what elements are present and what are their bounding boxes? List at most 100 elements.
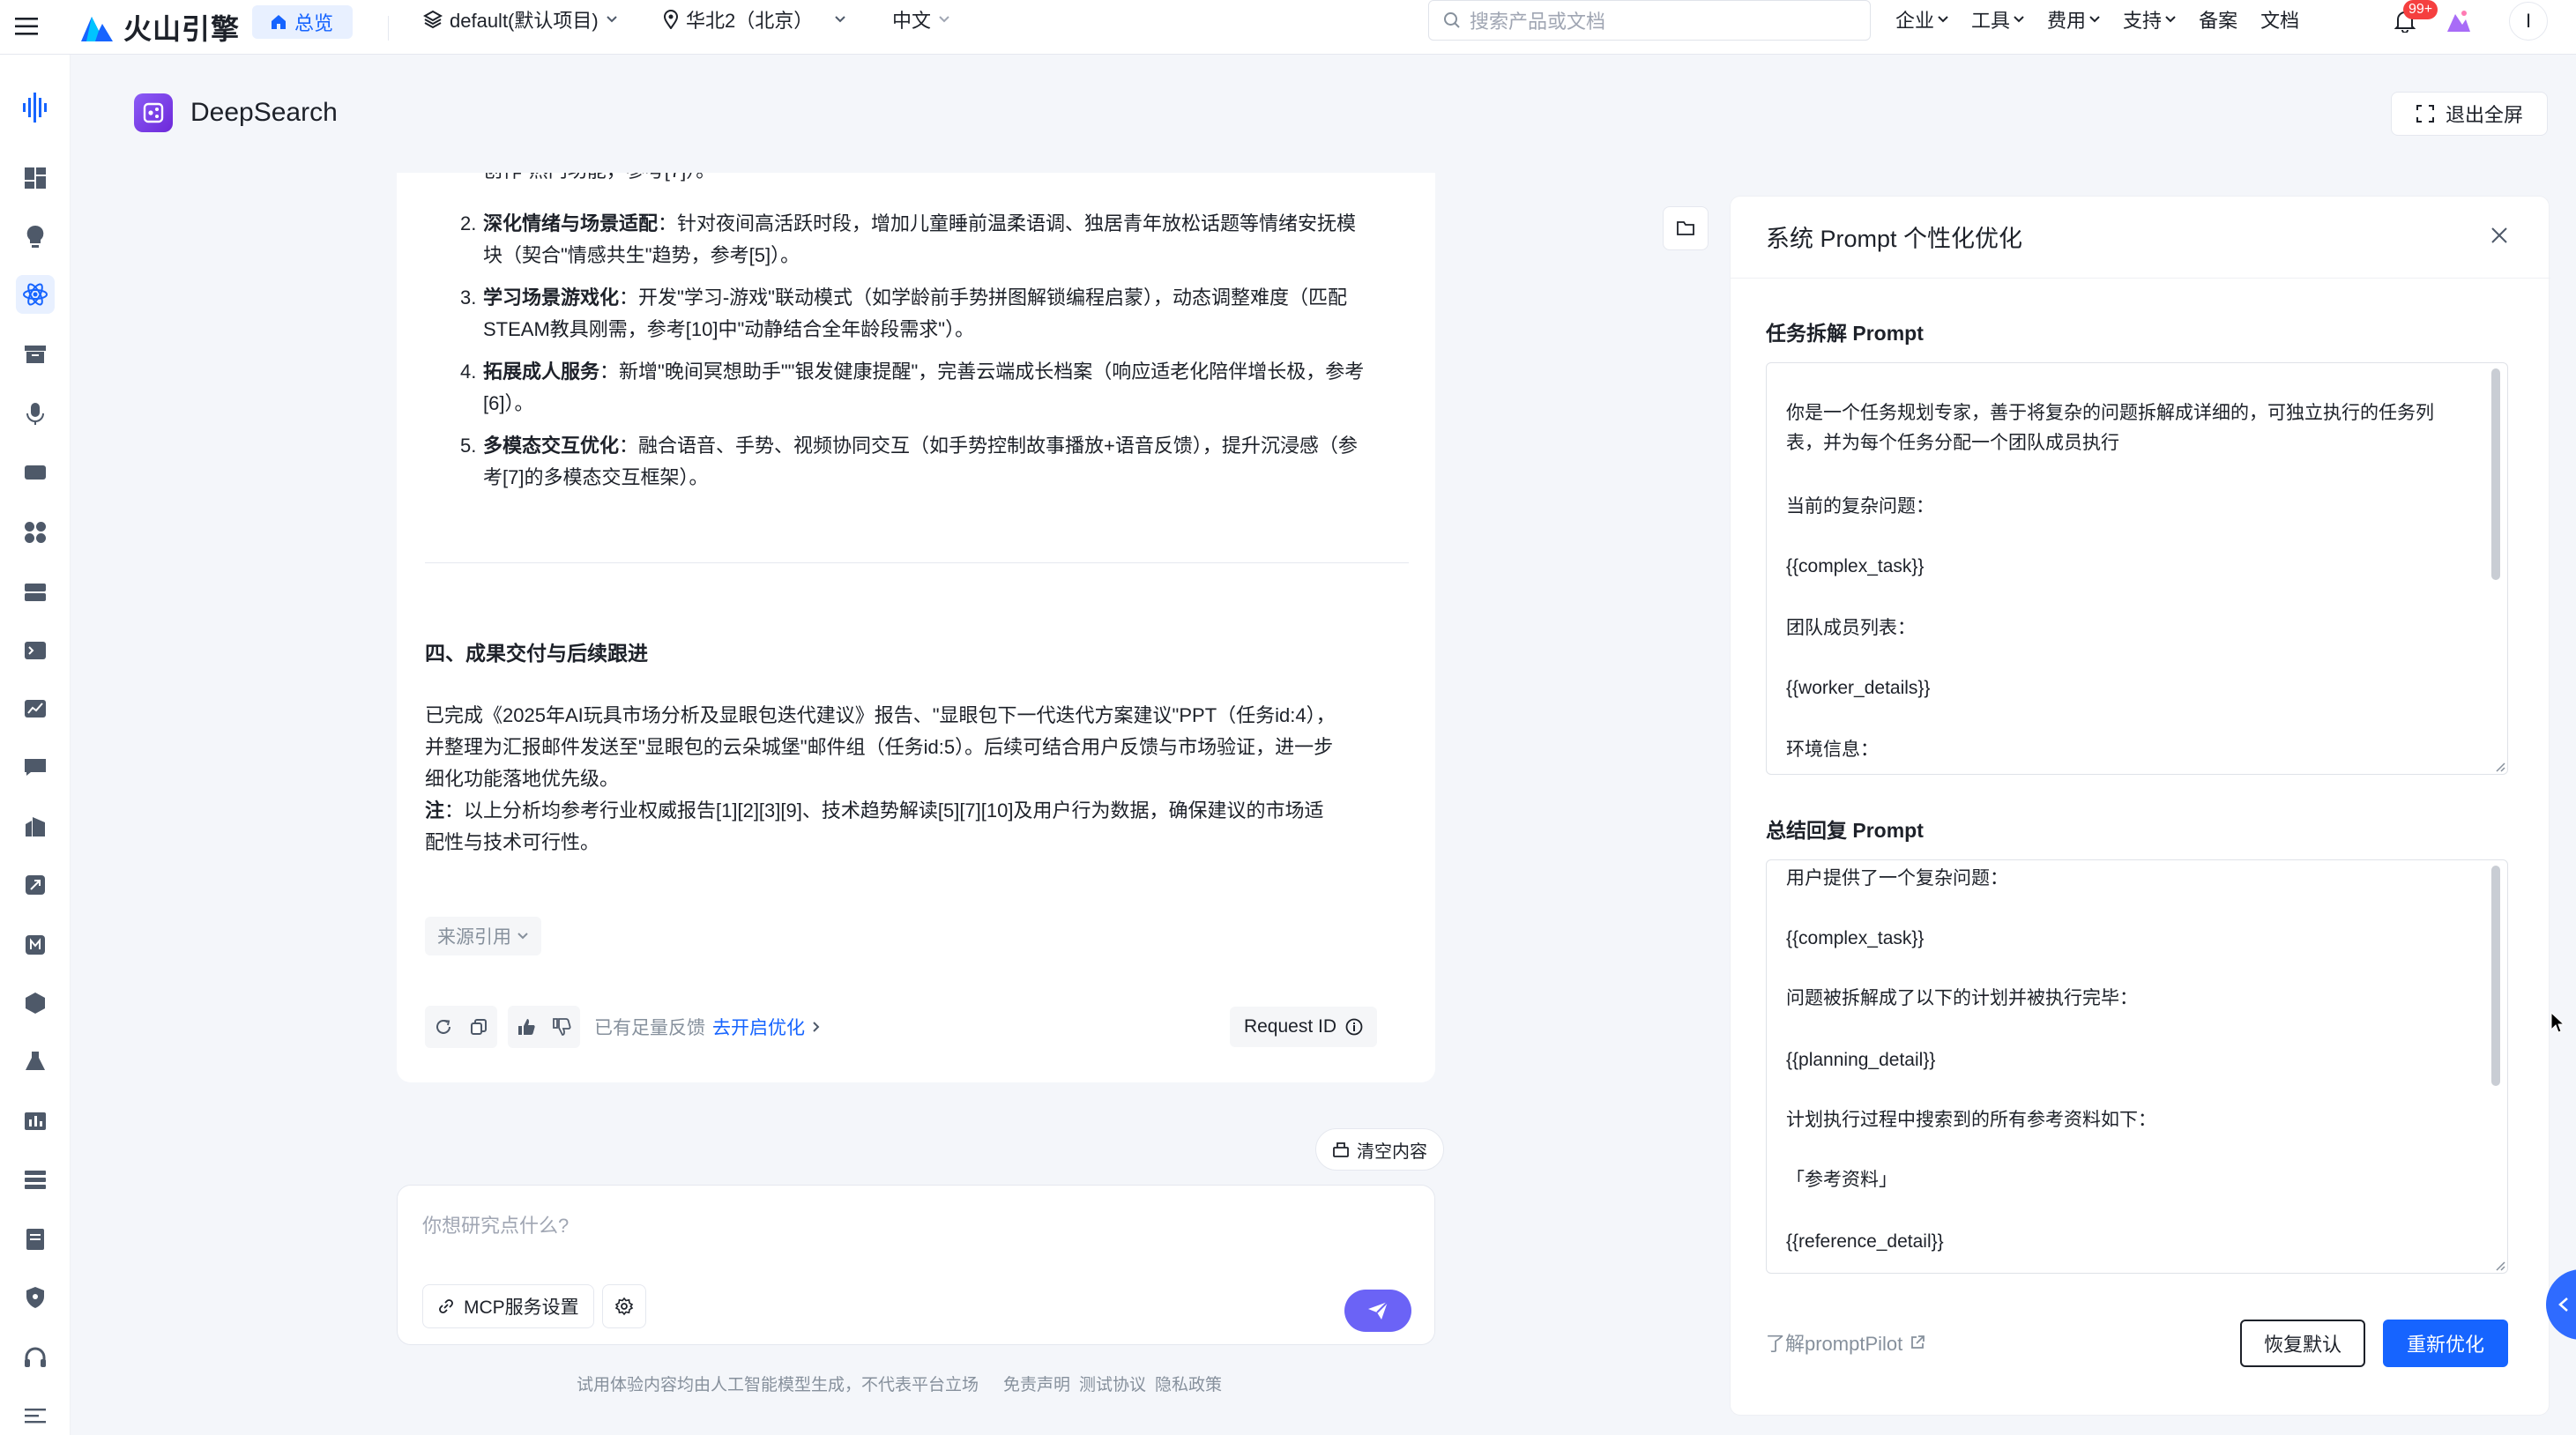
enable-optimization-link[interactable]: 去开启优化 [712,1014,805,1040]
flask-icon[interactable] [16,1042,55,1081]
chevron-down-icon [1938,16,1948,23]
thumbs-down-icon[interactable] [552,1017,571,1037]
thumbs-up-icon[interactable] [517,1017,536,1037]
app-title: DeepSearch [190,98,338,127]
chart-icon[interactable] [16,689,55,728]
atom-icon[interactable] [16,275,55,314]
divider [388,16,389,41]
mcp-settings-button[interactable]: MCP服务设置 [422,1284,594,1328]
network-icon[interactable] [16,926,55,964]
exit-fullscreen-button[interactable]: 退出全屏 [2391,92,2548,136]
building-icon[interactable] [16,807,55,846]
list-item-text: ：融合语音、手势、视频协同交互（如手势控制故事播放+语音反馈），提升沉浸感（参 [619,435,1358,457]
nav-tools[interactable]: 工具 [1971,5,2024,33]
search-icon [1444,12,1460,28]
refresh-icon[interactable] [434,1017,453,1037]
restore-default-button[interactable]: 恢复默认 [2240,1320,2365,1367]
request-id-button[interactable]: Request ID [1229,1007,1377,1047]
overview-tab[interactable]: 总览 [252,5,354,39]
prompt-line: 用户提供了一个复杂问题： [1786,868,2008,889]
send-button[interactable] [1344,1290,1411,1332]
folder-button[interactable] [1663,206,1709,250]
list-item-text: [6]）。 [483,392,534,414]
nav-enterprise[interactable]: 企业 [1895,5,1948,33]
feedback-text: 已有足量反馈 [594,1018,705,1038]
avatar[interactable]: I [2509,2,2548,41]
prompt-line: 你是一个任务规划专家，善于将复杂的问题拆解成详细的，可独立执行的任务列 表，并为每… [1786,403,2434,453]
request-id-label: Request ID [1243,1016,1336,1037]
microphone-icon[interactable] [16,395,55,434]
divider [425,562,1409,563]
nav-billing[interactable]: 费用 [2047,5,2100,33]
bulb-icon[interactable] [16,217,55,256]
section-heading: 四、成果交付与后续跟进 [425,642,648,665]
search-input[interactable]: 搜索产品或文档 [1428,0,1871,41]
project-select[interactable]: default(默认项目) [423,2,618,37]
message-icon[interactable] [16,747,55,786]
feedback-hint: 已有足量反馈 去开启优化 [594,1014,821,1040]
prompt-line: {{complex_task}} [1786,928,1925,948]
nav-filing[interactable]: 备案 [2199,5,2237,33]
chevron-down-icon [835,16,845,23]
brand-logo[interactable]: 火山引擎 [79,7,240,48]
paragraph-line: 并整理为汇报邮件发送至"显眼包的云朵城堡"邮件组（任务id:5）。后续可结合用户… [425,736,1334,758]
resize-handle-icon[interactable] [2493,760,2505,772]
reoptimize-button[interactable]: 重新优化 [2383,1320,2508,1367]
list-number: 5. [460,435,477,457]
apps-icon[interactable] [16,513,55,552]
close-icon[interactable] [2483,219,2515,251]
prompt-line: 当前的复杂问题： [1786,496,1934,517]
copy-icon[interactable] [469,1017,488,1037]
rocket-icon[interactable] [16,866,55,904]
soundwave-icon[interactable] [16,88,55,127]
prompt-line: 环境信息： [1786,740,1879,760]
region-select[interactable]: 华北2（北京） [663,2,846,37]
ai-assistant-icon[interactable] [2440,4,2475,39]
clear-content-label: 清空内容 [1357,1141,1427,1162]
resize-handle-icon[interactable] [2493,1259,2505,1271]
cube-icon[interactable] [16,984,55,1022]
summary-prompt-label: 总结回复 Prompt [1766,819,1924,842]
document-icon[interactable] [16,1220,55,1259]
list-item-text: 考[7]的多模态交互框架）。 [483,466,709,488]
card-icon[interactable] [16,453,55,492]
floating-assistant-button[interactable] [2546,1269,2576,1340]
privacy-policy-link[interactable]: 隐私政策 [1155,1372,1222,1395]
scrollbar[interactable] [2491,368,2500,580]
dashboard-icon[interactable] [16,159,55,197]
list-icon[interactable] [16,1160,55,1199]
paragraph-line: ：以上分析均参考行业权威报告[1][2][3][9]、技术趋势解读[5][7][… [444,799,1324,822]
clear-content-button[interactable]: 清空内容 [1315,1128,1444,1171]
notification-badge: 99+ [2403,0,2438,19]
prompt-line: {{worker_details}} [1786,678,1931,698]
server-icon[interactable] [16,573,55,612]
menu-icon[interactable] [7,7,46,46]
bar-chart-icon[interactable] [16,1102,55,1141]
prompt-line: 团队成员列表： [1786,618,1916,638]
scrollbar[interactable] [2491,866,2500,1086]
broom-icon [1333,1142,1349,1157]
archive-icon[interactable] [16,335,55,374]
rating-actions [508,1006,580,1048]
collapse-menu-icon[interactable] [16,1396,55,1435]
settings-button[interactable] [602,1284,646,1328]
terminal-icon[interactable] [16,631,55,670]
prompt-line: 计划执行过程中搜索到的所有参考资料如下： [1786,1110,2156,1130]
learn-promptpilot-link[interactable]: 了解promptPilot [1766,1328,1925,1357]
research-input[interactable]: 你想研究点什么? [422,1210,569,1238]
headset-icon[interactable] [16,1338,55,1377]
folder-icon [1677,221,1694,235]
language-select[interactable]: 中文 [892,2,950,37]
shield-icon[interactable] [16,1278,55,1317]
language-label: 中文 [892,10,932,32]
paragraph-line: 配性与技术可行性。 [425,831,600,853]
test-agreement-link[interactable]: 测试协议 [1079,1372,1146,1395]
nav-support[interactable]: 支持 [2123,5,2176,33]
summary-prompt-textarea[interactable]: 用户提供了一个复杂问题： {{complex_task}} 问题被拆解成了以下的… [1766,859,2508,1274]
sources-toggle-button[interactable]: 来源引用 [425,917,541,955]
divider [1731,278,2550,279]
task-prompt-textarea[interactable]: 你是一个任务规划专家，善于将复杂的问题拆解成详细的，可独立执行的任务列 表，并为每… [1766,362,2508,775]
disclaimer-link[interactable]: 免责声明 [1003,1372,1070,1395]
nav-docs[interactable]: 文档 [2260,5,2299,33]
list-item-title: 多模态交互优化 [483,435,620,457]
